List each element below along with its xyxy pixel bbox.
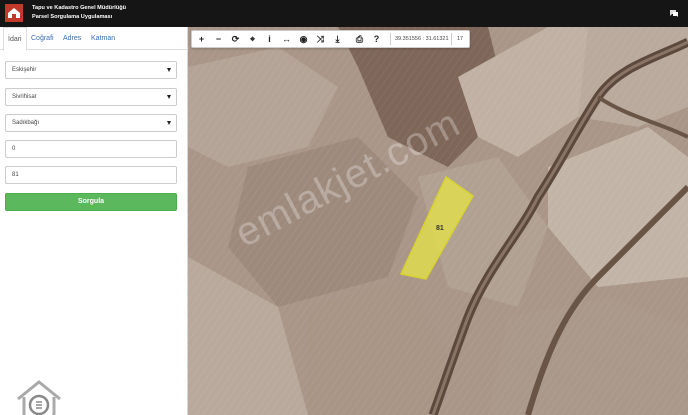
chat-icon[interactable]	[669, 9, 679, 18]
province-value: Eskişehir	[12, 67, 37, 73]
chevron-down-icon	[167, 121, 171, 125]
tab-idari[interactable]: İdari	[3, 27, 27, 51]
app-header: Tapu ve Kadastro Genel Müdürlüğü Parsel …	[0, 0, 688, 27]
toolbar-separator	[451, 33, 452, 45]
parcel-value: 81	[12, 172, 19, 178]
info-icon[interactable]: i	[261, 31, 278, 47]
download-icon[interactable]: ⤓	[329, 31, 346, 47]
tab-katman[interactable]: Katman	[91, 27, 115, 50]
block-value: 0	[12, 146, 16, 152]
tkgm-logo	[5, 4, 23, 22]
home-logo-icon	[17, 380, 61, 415]
tab-adres[interactable]: Adres	[63, 27, 81, 50]
eye-icon[interactable]: ◉	[295, 31, 312, 47]
block-input[interactable]: 0	[5, 140, 177, 158]
province-select[interactable]: Eskişehir	[5, 61, 177, 79]
parcel-label: 81	[436, 225, 444, 232]
district-select[interactable]: Sivrihisar	[5, 88, 177, 106]
neighborhood-select[interactable]: Sadıkbağı	[5, 114, 177, 132]
query-button[interactable]: Sorgula	[5, 193, 177, 211]
tab-cografi[interactable]: Coğrafi	[31, 27, 54, 50]
help-icon[interactable]: ?	[368, 31, 385, 47]
print-icon[interactable]: ⎙	[351, 31, 368, 47]
measure-icon[interactable]: ↔	[278, 31, 295, 47]
district-value: Sivrihisar	[12, 94, 37, 100]
map-toolbar: + − ⟳ ⌖ i ↔ ◉ ⤨ ⤓ ⎙ ? 39.351556 : 31.613…	[191, 30, 470, 48]
shuffle-icon[interactable]: ⤨	[312, 31, 329, 47]
toolbar-separator	[390, 33, 391, 45]
neighborhood-value: Sadıkbağı	[12, 120, 40, 126]
coordinate-readout: 39.351556 : 31.61321	[395, 36, 449, 42]
minus-icon[interactable]: −	[210, 31, 227, 47]
zoom-level: 17	[457, 36, 464, 42]
parcel-input[interactable]: 81	[5, 166, 177, 184]
map-view[interactable]: emlakjet.com 81 + − ⟳ ⌖ i ↔ ◉ ⤨ ⤓ ⎙ ? 39…	[188, 27, 688, 415]
app-title: Tapu ve Kadastro Genel Müdürlüğü Parsel …	[32, 4, 126, 22]
sidebar-tabs: İdari Coğrafi Adres Katman	[0, 27, 188, 51]
chevron-down-icon	[167, 95, 171, 99]
chevron-down-icon	[167, 68, 171, 72]
refresh-icon[interactable]: ⟳	[227, 31, 244, 47]
plus-icon[interactable]: +	[193, 31, 210, 47]
sidebar: İdari Coğrafi Adres Katman Eskişehir Siv…	[0, 27, 188, 415]
crosshair-icon[interactable]: ⌖	[244, 31, 261, 47]
title-line-2: Parsel Sorgulama Uygulaması	[32, 14, 113, 20]
title-line-1: Tapu ve Kadastro Genel Müdürlüğü	[32, 5, 127, 11]
